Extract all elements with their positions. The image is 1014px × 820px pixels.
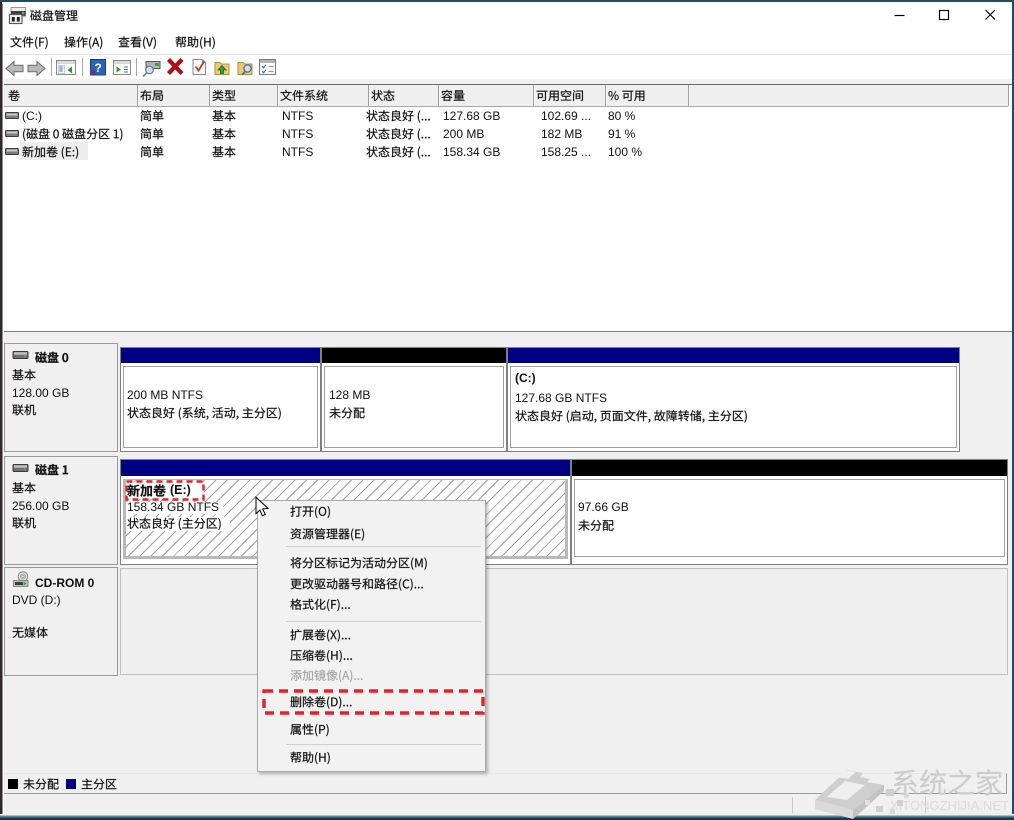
- svg-text:?: ?: [94, 61, 101, 75]
